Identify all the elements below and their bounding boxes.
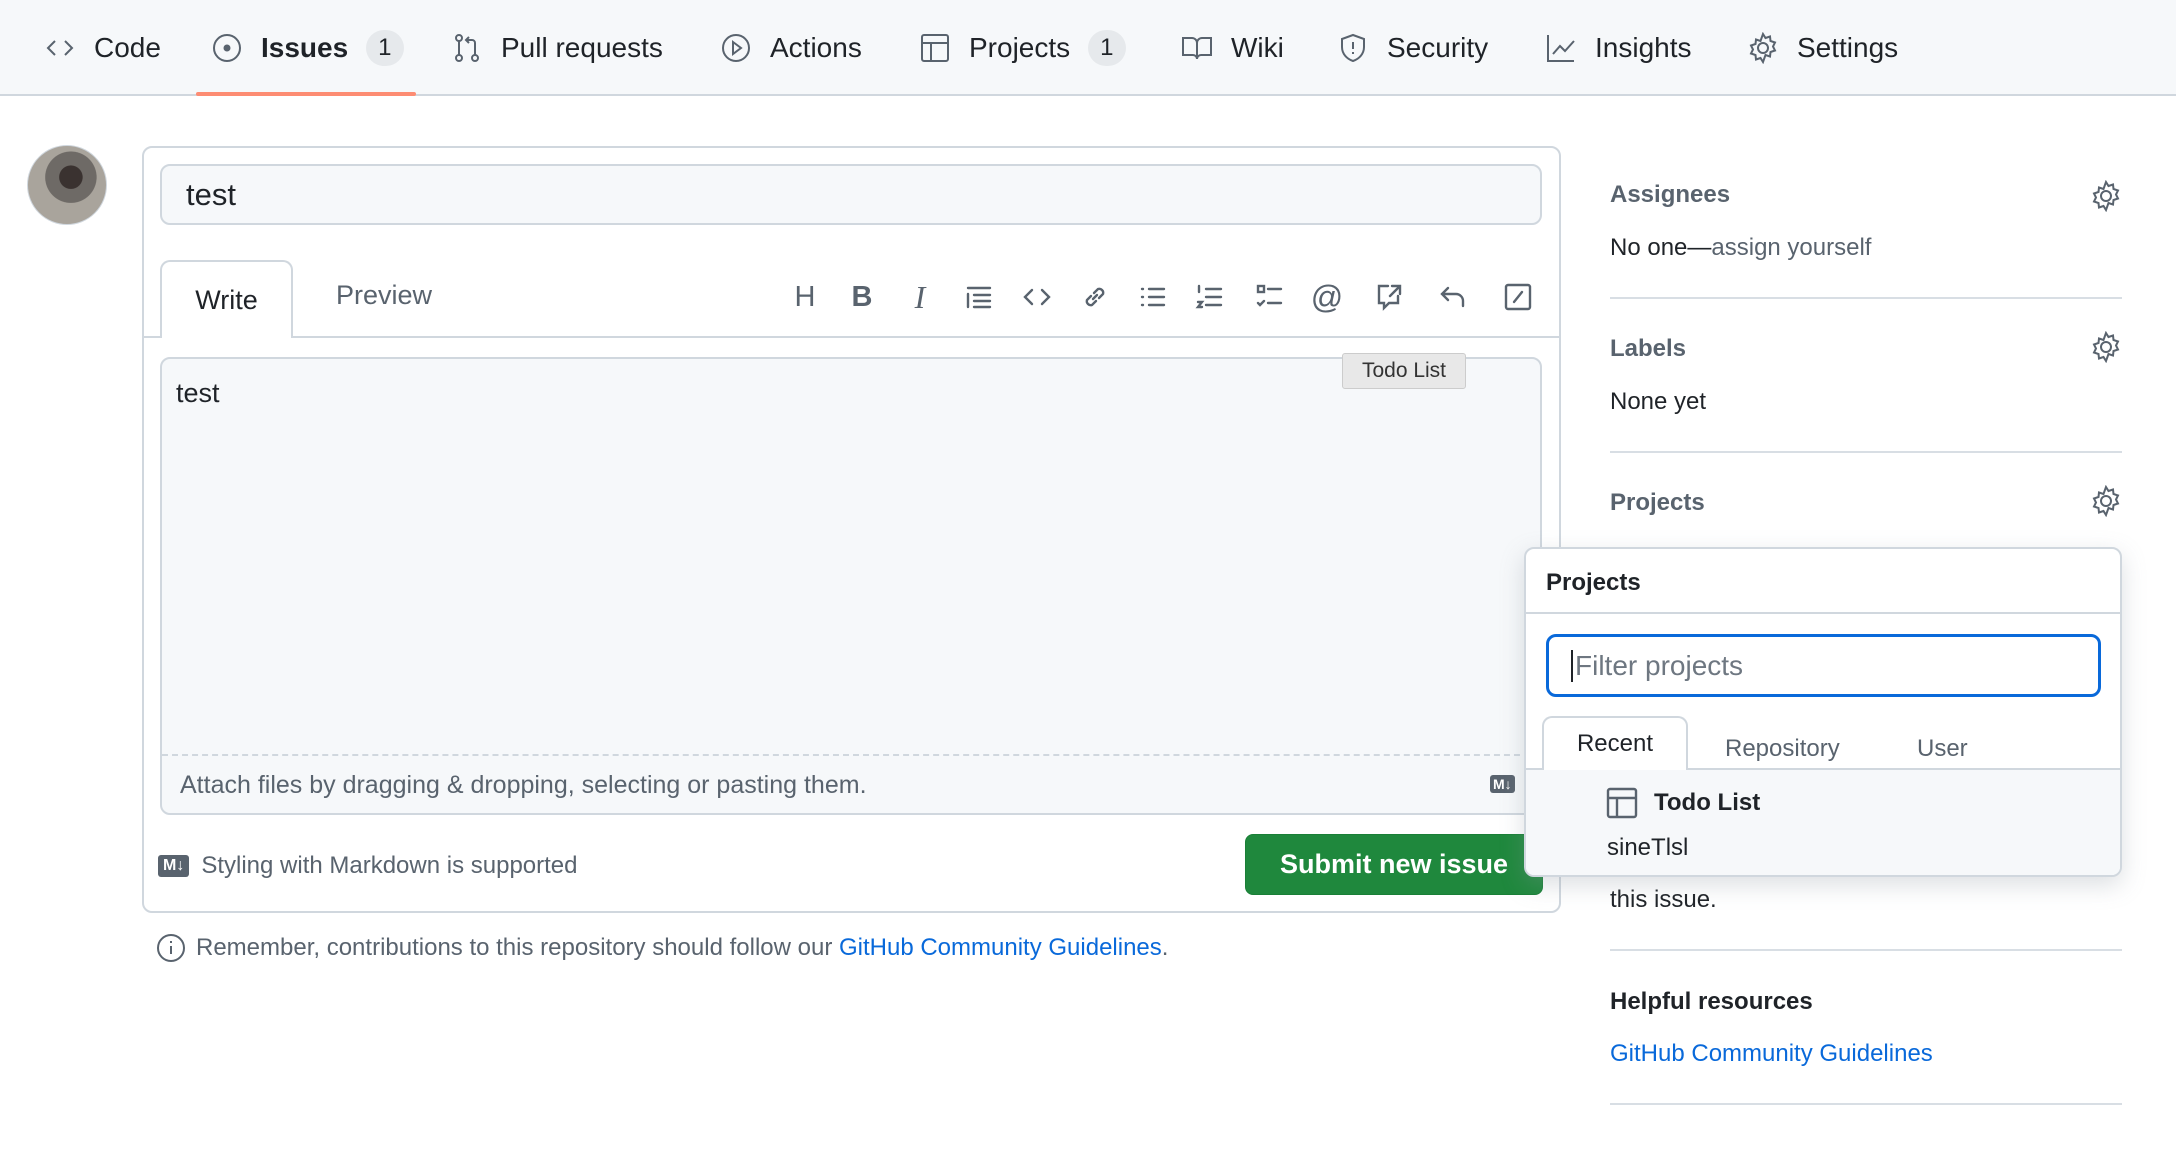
divider	[1610, 949, 2122, 951]
tab-insights[interactable]: Insights	[1545, 0, 1692, 96]
gear-icon	[1749, 32, 1777, 64]
community-guidelines-link[interactable]: GitHub Community Guidelines	[839, 934, 1162, 961]
issue-title-input[interactable]: test	[160, 164, 1542, 225]
bold-icon[interactable]: B	[845, 280, 879, 314]
italic-icon[interactable]: I	[903, 279, 937, 315]
contribution-note: Remember, contributions to this reposito…	[156, 933, 1168, 963]
tooltip: Todo List	[1342, 353, 1466, 389]
tab-security[interactable]: Security	[1337, 0, 1488, 96]
attach-files-hint[interactable]: Attach files by dragging & dropping, sel…	[180, 771, 867, 800]
dropzone-divider	[162, 754, 1540, 756]
tab-issues[interactable]: Issues 1	[211, 0, 404, 96]
markdown-icon: M↓	[1490, 775, 1515, 794]
partial-text: this issue.	[1610, 886, 1717, 913]
code-icon	[46, 40, 74, 56]
assignees-gear-icon[interactable]	[2090, 179, 2122, 213]
helpful-resources-heading: Helpful resources	[1610, 988, 1813, 1015]
divider	[1610, 1103, 2122, 1105]
cross-reference-icon[interactable]	[1372, 280, 1406, 314]
shield-icon	[1341, 33, 1365, 63]
labels-value: None yet	[1610, 388, 1707, 415]
book-icon	[1182, 37, 1212, 60]
issue-body-textarea[interactable]	[160, 357, 1542, 815]
submit-new-issue-button[interactable]: Submit new issue	[1245, 834, 1543, 895]
play-icon	[722, 34, 750, 62]
editor-tab-divider	[144, 336, 1559, 338]
tab-write[interactable]: Write	[160, 260, 293, 338]
projects-dropdown: Projects Filter projects Recent Reposito…	[1524, 547, 2122, 877]
divider	[1610, 297, 2122, 299]
link-icon[interactable]	[1078, 280, 1112, 314]
slash-commands-icon[interactable]	[1501, 280, 1535, 314]
ordered-list-icon[interactable]	[1193, 280, 1227, 314]
undo-icon[interactable]	[1436, 280, 1470, 314]
project-name: Todo List	[1654, 789, 1761, 816]
community-guidelines-link[interactable]: GitHub Community Guidelines	[1610, 1040, 1933, 1068]
tab-preview[interactable]: Preview	[336, 280, 432, 311]
assignees-value: No one—assign yourself	[1610, 234, 1872, 261]
unordered-list-icon[interactable]	[1136, 280, 1170, 314]
mention-icon[interactable]: @	[1310, 279, 1344, 315]
task-list-icon[interactable]	[1253, 280, 1287, 314]
issue-opened-icon	[213, 34, 241, 62]
heading-icon[interactable]: H	[788, 280, 822, 314]
quote-icon[interactable]	[962, 280, 996, 314]
info-icon	[157, 934, 185, 962]
project-owner: sineTlsl	[1607, 834, 1689, 861]
assignees-heading[interactable]: Assignees	[1610, 181, 1730, 209]
divider	[1526, 612, 2120, 614]
tab-recent[interactable]: Recent	[1542, 716, 1688, 770]
active-tab-indicator	[196, 92, 416, 96]
issue-body-value: test	[176, 378, 220, 408]
avatar	[27, 145, 107, 225]
labels-gear-icon[interactable]	[2090, 330, 2122, 364]
dropdown-title: Projects	[1546, 569, 1641, 596]
git-pull-request-icon	[455, 34, 479, 62]
divider	[1610, 451, 2122, 453]
tab-repository[interactable]: Repository	[1725, 735, 1840, 763]
project-list-item[interactable]: Todo List sineTlsl	[1526, 770, 2120, 875]
tab-code[interactable]: Code	[44, 0, 161, 96]
tab-projects[interactable]: Projects 1	[919, 0, 1126, 96]
repo-nav: Code Issues 1 Pull requests Actions Proj…	[0, 0, 2176, 96]
labels-heading[interactable]: Labels	[1610, 335, 1686, 363]
markdown-note: M↓ Styling with Markdown is supported	[158, 852, 578, 880]
markdown-icon: M↓	[158, 855, 190, 877]
code-icon[interactable]	[1020, 280, 1054, 314]
projects-count: 1	[1088, 30, 1126, 66]
table-icon	[1606, 787, 1638, 819]
issues-count: 1	[366, 30, 404, 66]
tab-settings[interactable]: Settings	[1747, 0, 1898, 96]
assign-yourself-link[interactable]: assign yourself	[1711, 234, 1871, 261]
tab-wiki[interactable]: Wiki	[1181, 0, 1284, 96]
tab-pull-requests[interactable]: Pull requests	[451, 0, 663, 96]
projects-gear-icon[interactable]	[2090, 484, 2122, 518]
tab-user[interactable]: User	[1917, 735, 1968, 763]
graph-icon	[1547, 35, 1575, 62]
filter-projects-input[interactable]: Filter projects	[1546, 634, 2101, 697]
table-icon	[921, 34, 949, 62]
projects-heading[interactable]: Projects	[1610, 489, 1705, 517]
tab-actions[interactable]: Actions	[720, 0, 862, 96]
